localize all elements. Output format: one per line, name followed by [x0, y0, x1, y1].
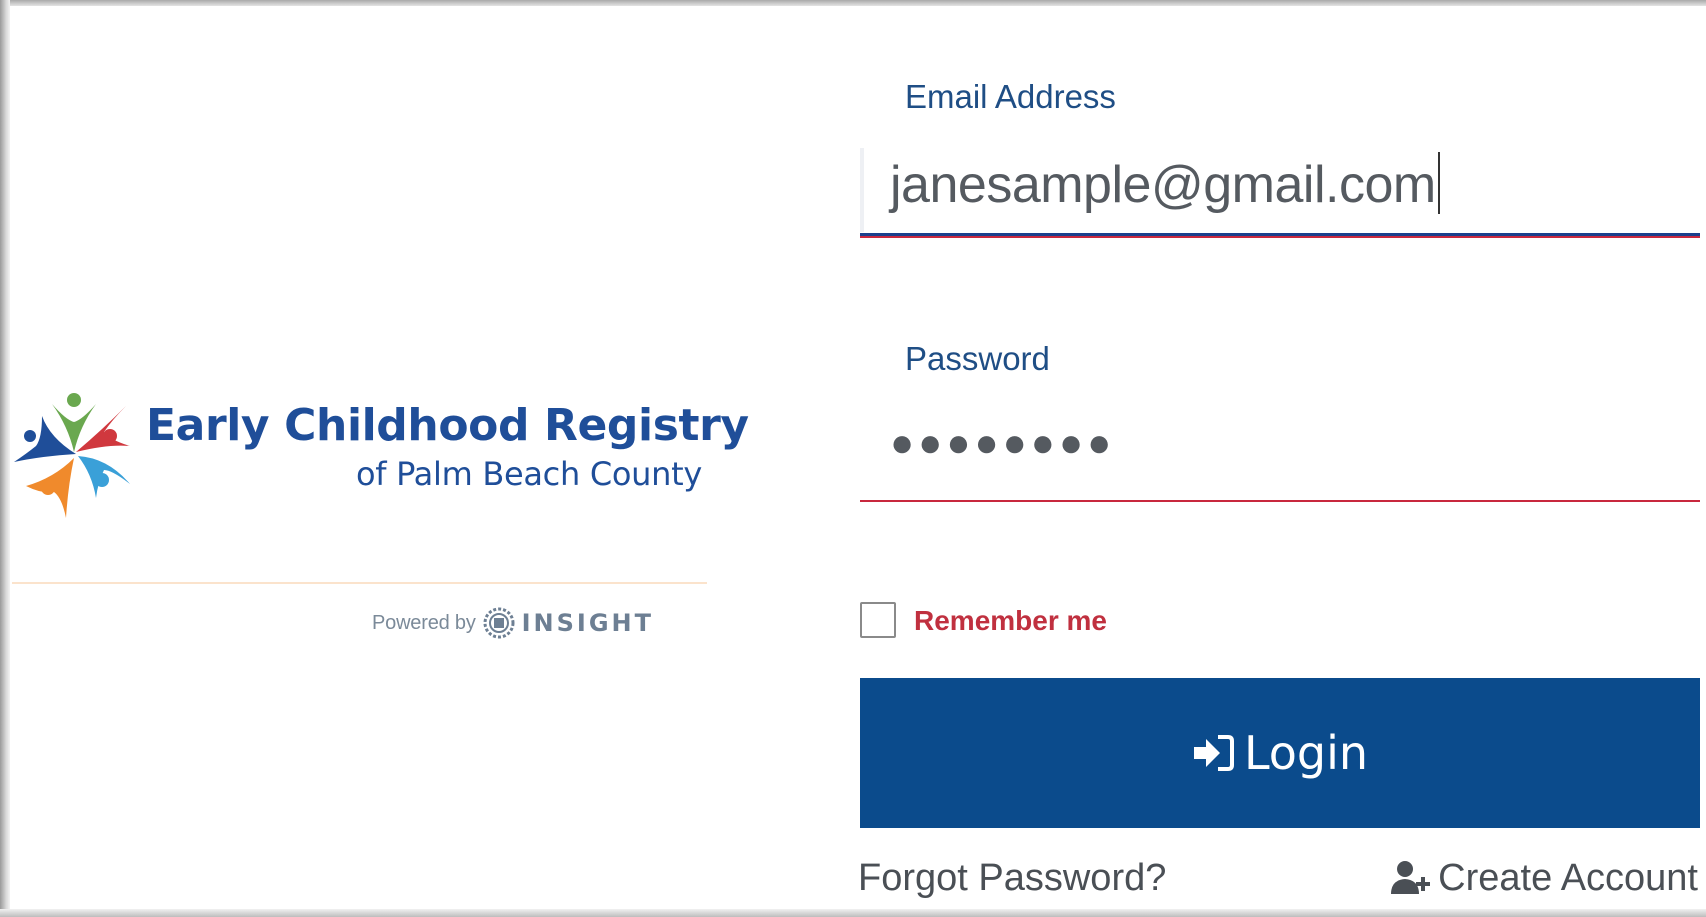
- sign-in-icon: [1193, 735, 1234, 771]
- screenshot-frame-bottom: [0, 909, 1706, 917]
- screenshot-frame-top: [0, 0, 1706, 6]
- registry-logo-icon: [14, 393, 130, 518]
- remember-me-label[interactable]: Remember me: [914, 604, 1107, 638]
- registry-title: Early Childhood Registry: [146, 400, 749, 451]
- forgot-password-link[interactable]: Forgot Password?: [858, 856, 1166, 900]
- screenshot-frame-left: [0, 0, 10, 917]
- remember-me-checkbox[interactable]: [860, 602, 896, 638]
- email-underline: [860, 233, 1700, 238]
- email-label: Email Address: [905, 78, 1116, 115]
- insight-logo-icon: [483, 607, 515, 639]
- login-button[interactable]: Login: [860, 678, 1700, 828]
- create-account-label: Create Account: [1438, 857, 1698, 899]
- text-caret: [1437, 152, 1440, 214]
- registry-subtitle: of Palm Beach County: [356, 455, 702, 493]
- logo-divider: [12, 582, 707, 584]
- powered-by-text: Powered by: [372, 611, 476, 634]
- user-plus-icon: [1391, 861, 1431, 894]
- login-label: Login: [1243, 726, 1369, 780]
- email-value[interactable]: janesample@gmail.com: [890, 152, 1440, 217]
- email-field[interactable]: janesample@gmail.com: [860, 148, 1700, 232]
- password-label: Password: [905, 340, 1050, 377]
- powered-by: Powered by INSIGHT: [372, 607, 655, 639]
- insight-brand-text: INSIGHT: [521, 609, 655, 637]
- password-field[interactable]: ●●●●●●●●: [860, 410, 1700, 480]
- create-account-link[interactable]: Create Account: [1390, 856, 1698, 900]
- password-masked-value[interactable]: ●●●●●●●●: [890, 418, 1115, 468]
- password-underline: [860, 500, 1700, 502]
